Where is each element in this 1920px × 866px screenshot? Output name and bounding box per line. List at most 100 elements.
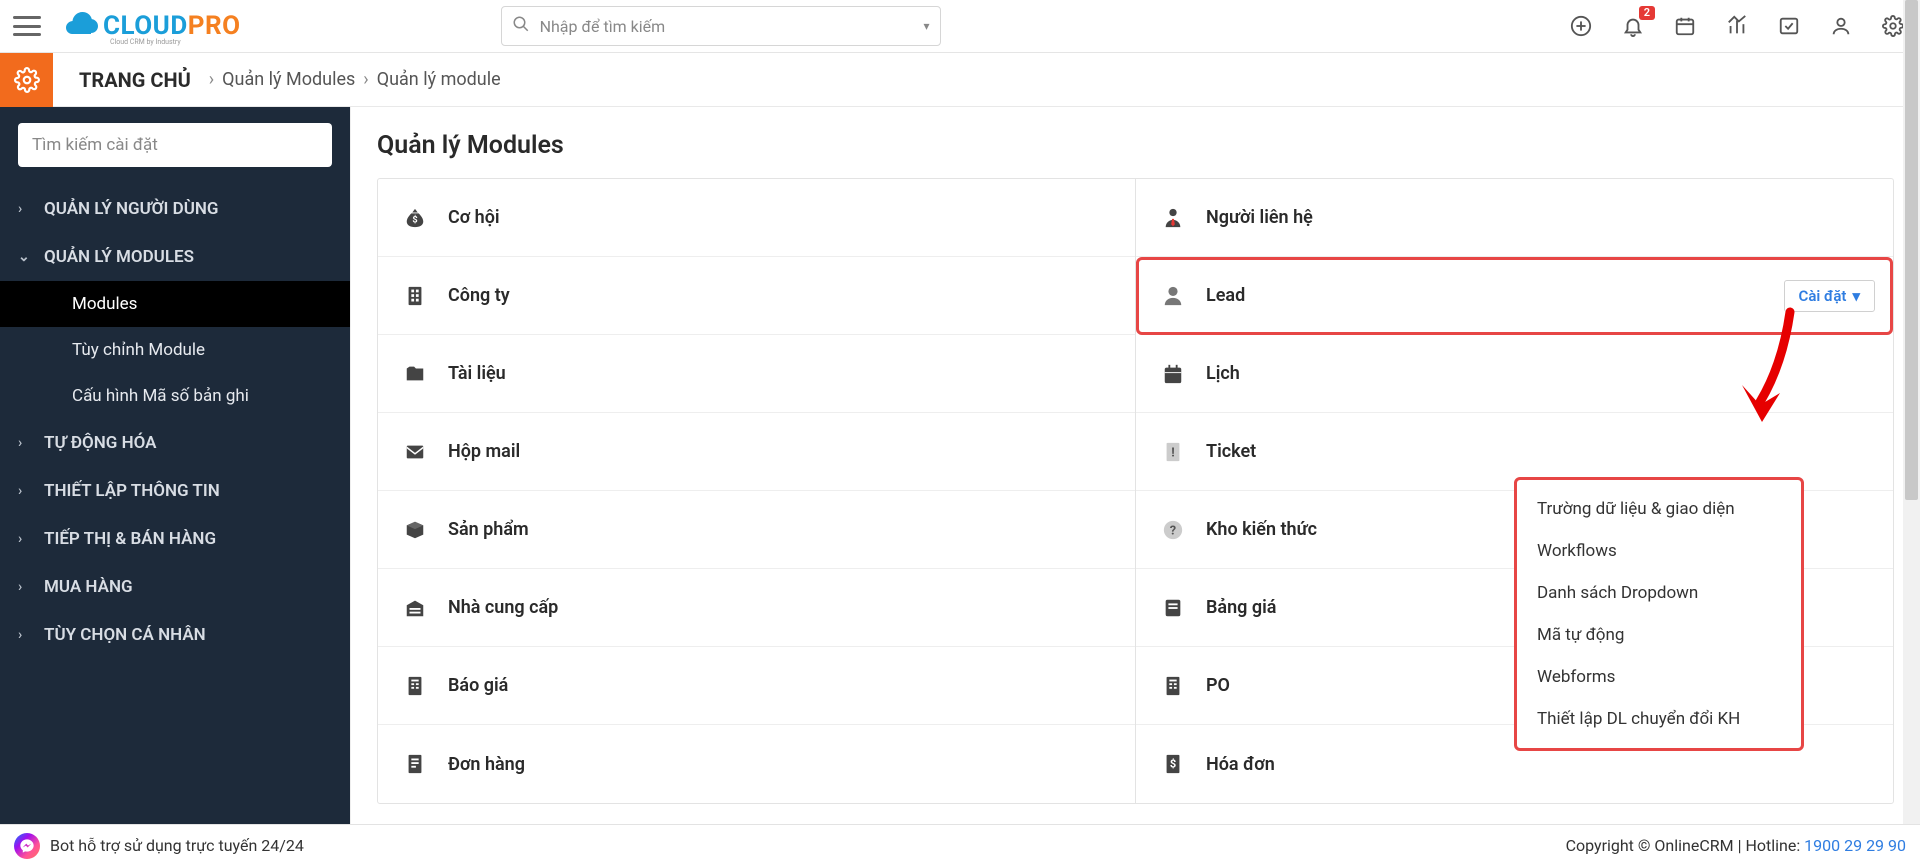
module-label: Công ty — [448, 285, 510, 306]
module-label: Tài liệu — [448, 363, 506, 384]
sidebar-group-label: TÙY CHỌN CÁ NHÂN — [44, 625, 206, 645]
sidebar-group-label: TIẾP THỊ & BÁN HÀNG — [44, 529, 216, 549]
person-icon — [1162, 285, 1206, 307]
sidebar-item[interactable]: Tùy chỉnh Module — [0, 327, 350, 373]
calendar-icon — [1162, 363, 1206, 385]
sidebar-group-label: MUA HÀNG — [44, 577, 133, 597]
topbar-actions: 2 — [1569, 14, 1905, 38]
module-label: Lead — [1206, 285, 1245, 306]
footer-hotline[interactable]: 1900 29 29 90 — [1804, 836, 1906, 855]
book-icon — [1162, 597, 1206, 619]
settings-button[interactable] — [1881, 14, 1905, 38]
settings-dropdown: Trường dữ liệu & giao diệnWorkflowsDanh … — [1514, 477, 1804, 751]
sidebar-group[interactable]: › TIẾP THỊ & BÁN HÀNG — [0, 515, 350, 563]
dropdown-item[interactable]: Thiết lập DL chuyển đổi KH — [1517, 698, 1801, 740]
module-row[interactable]: Lead Cài đặt▾ — [1136, 257, 1893, 335]
module-settings-button[interactable]: Cài đặt▾ — [1784, 280, 1875, 312]
chevron-right-icon: › — [18, 627, 30, 643]
person-tie-icon — [1162, 207, 1206, 229]
settings-label: Cài đặt — [1799, 287, 1847, 305]
dropdown-item[interactable]: Webforms — [1517, 656, 1801, 698]
tasks-button[interactable] — [1777, 14, 1801, 38]
content: Quản lý Modules $ Cơ hội Công ty Tài liệu Hộ… — [350, 107, 1920, 824]
module-row[interactable]: Đơn hàng — [378, 725, 1135, 803]
module-row[interactable]: Công ty — [378, 257, 1135, 335]
scrollbar-thumb[interactable] — [1905, 0, 1918, 500]
hamburger-icon — [13, 16, 41, 36]
doc-lines-icon — [404, 753, 448, 775]
module-label: Lịch — [1206, 363, 1240, 384]
alert-doc-icon: ! — [1162, 441, 1206, 463]
module-label: Đơn hàng — [448, 754, 525, 775]
sidebar-group[interactable]: ⌄QUẢN LÝ MODULES — [0, 233, 350, 281]
breadcrumb-item-1[interactable]: Quản lý Modules — [222, 69, 355, 90]
sidebar-group[interactable]: › THIẾT LẬP THÔNG TIN — [0, 467, 350, 515]
dropdown-item[interactable]: Mã tự động — [1517, 614, 1801, 656]
module-row[interactable]: Nhà cung cấp — [378, 569, 1135, 647]
settings-home-button[interactable] — [0, 53, 53, 107]
module-row[interactable]: Tài liệu — [378, 335, 1135, 413]
page-title: Quản lý Modules — [377, 131, 1894, 160]
sidebar: ›QUẢN LÝ NGƯỜI DÙNG⌄QUẢN LÝ MODULESModul… — [0, 107, 350, 824]
module-label: Người liên hệ — [1206, 207, 1313, 228]
module-label: PO — [1206, 675, 1230, 696]
sidebar-item[interactable]: Modules — [0, 281, 350, 327]
module-row[interactable]: Báo giá — [378, 647, 1135, 725]
scrollbar[interactable] — [1903, 0, 1920, 824]
svg-text:$: $ — [412, 214, 417, 225]
logo[interactable]: CLOUDPRO — [61, 11, 241, 41]
module-label: Hộp mail — [448, 441, 520, 462]
footer-bot-text: Bot hỗ trợ sử dụng trực tuyến 24/24 — [50, 836, 304, 855]
chevron-right-icon: › — [18, 579, 30, 595]
sidebar-search-input[interactable] — [18, 123, 332, 167]
breadcrumb-item-2[interactable]: Quản lý module — [377, 69, 501, 90]
global-search[interactable]: ▾ — [501, 6, 941, 46]
menu-toggle[interactable] — [0, 0, 53, 53]
module-row[interactable]: Hộp mail — [378, 413, 1135, 491]
footer-right: Copyright © OnlineCRM | Hotline: 1900 29… — [1566, 836, 1906, 855]
breadcrumb-home[interactable]: TRANG CHỦ — [79, 68, 191, 92]
chevron-down-icon[interactable]: ▾ — [924, 19, 930, 33]
module-label: Cơ hội — [448, 207, 500, 228]
sidebar-group[interactable]: ›TỰ ĐỘNG HÓA — [0, 419, 350, 467]
dropdown-item[interactable]: Trường dữ liệu & giao diện — [1517, 488, 1801, 530]
sidebar-item[interactable]: Cấu hình Mã số bản ghi — [0, 373, 350, 419]
sidebar-group-label: THIẾT LẬP THÔNG TIN — [44, 481, 220, 501]
svg-text:?: ? — [1170, 523, 1176, 538]
notifications-button[interactable]: 2 — [1621, 14, 1645, 38]
doc-calc-icon — [1162, 675, 1206, 697]
search-input[interactable] — [540, 17, 924, 36]
chevron-right-icon: › — [18, 435, 30, 451]
module-label: Sản phẩm — [448, 519, 529, 540]
logo-text-pro: PRO — [188, 11, 241, 41]
chevron-right-icon: › — [18, 531, 30, 547]
warehouse-icon — [404, 597, 448, 619]
logo-subtitle: Cloud CRM by Industry — [110, 38, 181, 46]
module-label: Hóa đơn — [1206, 754, 1275, 775]
module-row[interactable]: Sản phẩm — [378, 491, 1135, 569]
module-row[interactable]: Người liên hệ — [1136, 179, 1893, 257]
main-area: ›QUẢN LÝ NGƯỜI DÙNG⌄QUẢN LÝ MODULESModul… — [0, 107, 1920, 824]
calendar-button[interactable] — [1673, 14, 1697, 38]
profile-button[interactable] — [1829, 14, 1853, 38]
box-icon — [404, 519, 448, 541]
reports-button[interactable] — [1725, 14, 1749, 38]
sidebar-group[interactable]: › MUA HÀNG — [0, 563, 350, 611]
folder-icon — [404, 363, 448, 385]
notif-badge: 2 — [1639, 6, 1655, 20]
module-col-left: $ Cơ hội Công ty Tài liệu Hộp mail Sản phẩm Nh… — [378, 179, 1135, 803]
module-label: Báo giá — [448, 675, 508, 696]
question-icon: ? — [1162, 519, 1206, 541]
chevron-right-icon: › — [18, 483, 30, 499]
module-row[interactable]: Lịch — [1136, 335, 1893, 413]
logo-text-cloud: CLOUD — [103, 11, 188, 41]
footer: Bot hỗ trợ sử dụng trực tuyến 24/24 Copy… — [0, 824, 1920, 866]
module-row[interactable]: $ Cơ hội — [378, 179, 1135, 257]
add-button[interactable] — [1569, 14, 1593, 38]
sidebar-group[interactable]: › TÙY CHỌN CÁ NHÂN — [0, 611, 350, 659]
mail-icon — [404, 441, 448, 463]
dropdown-item[interactable]: Danh sách Dropdown — [1517, 572, 1801, 614]
sidebar-group[interactable]: ›QUẢN LÝ NGƯỜI DÙNG — [0, 185, 350, 233]
dropdown-item[interactable]: Workflows — [1517, 530, 1801, 572]
messenger-icon[interactable] — [14, 833, 40, 859]
